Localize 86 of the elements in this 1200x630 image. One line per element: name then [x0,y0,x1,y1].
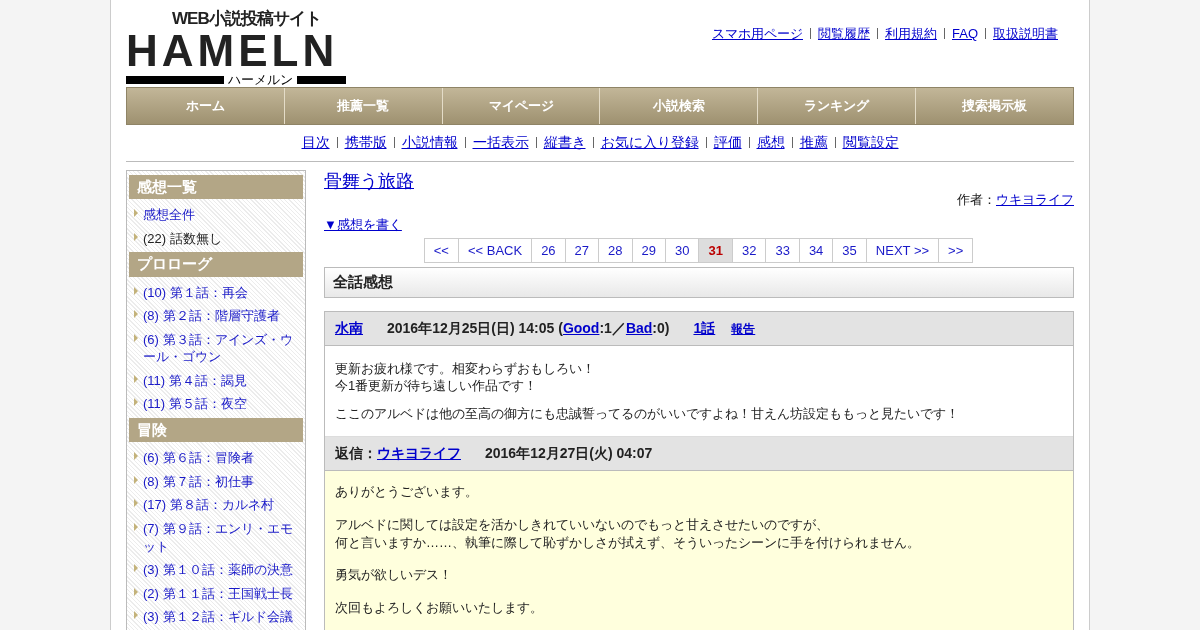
bullet-icon [134,499,138,508]
novel-title-link[interactable]: 骨舞う旅路 [324,170,414,191]
page-link[interactable]: 32 [731,237,767,264]
section-title: 全話感想 [324,267,1074,298]
logo-kana: ハーメルン [224,72,297,87]
page-link[interactable]: 27 [564,237,600,264]
author-label: 作者： [957,192,996,207]
page-link[interactable]: 34 [798,237,834,264]
page-link[interactable]: NEXT >> [865,237,940,264]
sidebar-link[interactable]: (10) 第１話：再会 [143,283,293,302]
comment-text: 今1番更新が待ち遠しい作品です！ [335,377,539,395]
page-link[interactable]: 28 [598,237,633,264]
sidebar-link[interactable]: (7) 第９話：エンリ・エモット [143,520,293,556]
sidebar-heading: プロローグ [129,252,303,277]
sidebar-link[interactable]: (2) 第１１話：王国戦士長 [143,584,293,603]
bullet-icon [134,475,138,484]
page-link[interactable]: 33 [765,237,800,264]
bullet-icon [134,523,138,531]
page-link[interactable]: 35 [832,237,867,264]
sidebar-link[interactable]: (8) 第２話：階層守護者 [143,307,293,325]
novel-menu-link[interactable]: 評価 [713,133,742,150]
header-link[interactable]: 閲覧履歴 [818,26,870,41]
header-link[interactable]: 取扱説明書 [993,26,1058,41]
sidebar-text: (22) 話数無し [143,229,223,248]
comment-text: ここのアルベドは他の至高の御方にも忠誠誓ってるのがいいですよね！甘えん坊設定ももっと見たいです！ [335,404,960,423]
sidebar-link[interactable]: (11) 第５話：夜空 [143,395,293,413]
novel-menu-link[interactable]: 一括表示 [472,133,529,150]
sidebar-link[interactable]: (17) 第８話：カルネ村 [143,496,293,514]
reply-text: 勇気が欲しいデス！ [335,566,453,584]
episode-link[interactable]: 1話 [693,319,716,336]
reply-author-link[interactable]: ウキヨライフ [377,445,461,462]
novel-menu-link[interactable]: 小説情報 [401,133,458,150]
sidebar-link[interactable]: 感想全件 [143,206,293,224]
sidebar-heading: 感想一覧 [129,174,303,199]
bullet-icon [134,310,138,319]
good-count: :1／ [599,319,626,336]
page-link[interactable]: << BACK [457,237,533,264]
novel-menu-link[interactable]: 閲覧設定 [842,133,899,150]
novel-menu-link[interactable]: お気に入り登録 [600,133,699,150]
header-link[interactable]: スマホ用ページ [712,26,803,41]
reply-text: 何と言いますか……、執筆に際して恥ずかしさが拭えず、そういったシーンに手を付けられません。 [335,533,921,552]
report-link[interactable]: 報告 [731,321,756,336]
reply-date: 2016年12月27日(火) 04:07 [485,445,653,462]
bullet-icon [134,209,138,217]
sidebar-link[interactable]: (3) 第１０話：薬師の決意 [143,561,293,579]
bullet-icon [134,333,138,342]
novel-menu-link[interactable]: 推薦 [799,133,828,150]
bullet-icon [134,232,138,241]
header-link[interactable]: FAQ [952,26,978,41]
author-link[interactable]: ウキヨライフ [996,192,1074,207]
page-link[interactable]: 29 [631,237,666,264]
page-link[interactable]: 26 [531,237,566,264]
bad-count: :0) [652,319,670,336]
reply-text: ありがとうございます。 [335,483,479,501]
bad-link[interactable]: Bad [625,319,653,336]
reply-label: 返信： [335,445,377,462]
logo-wordmark[interactable]: HAMELN [126,28,339,74]
sidebar-link[interactable]: (8) 第７話：初仕事 [143,472,293,491]
comment-text: 更新お疲れ様です。相変わらずおもしろい！ [335,359,596,378]
reply-text: 次回もよろしくお願いいたします。 [335,598,544,617]
commenter-link[interactable]: 水南 [335,319,363,336]
sidebar-link[interactable]: (6) 第６話：冒険者 [143,449,293,467]
bullet-icon [134,452,138,461]
good-link[interactable]: Good [562,319,600,336]
bullet-icon [134,286,138,295]
novel-menu-link[interactable]: 縦書き [543,133,586,150]
header-link[interactable]: 利用規約 [885,26,937,41]
page-link[interactable]: >> [938,237,974,264]
sidebar-link[interactable]: (11) 第４話：謁見 [143,371,293,390]
bullet-icon [134,374,138,383]
logo-tagline: WEB小説投稿サイト [171,10,322,28]
reply-text: アルベドに関しては設定を活かしきれていいないのでもっと甘えさせたいのですが、 [335,515,830,534]
comment-date: 2016年12月25日(日) 14:05 ( [387,319,563,336]
sidebar-heading: 冒険 [129,417,303,443]
bullet-icon [134,587,138,596]
bullet-icon [134,398,138,407]
sidebar-link[interactable]: (3) 第１２話：ギルド会議 [143,608,293,626]
bullet-icon [134,564,138,573]
novel-menu-link[interactable]: 目次 [301,133,330,150]
page-link[interactable]: << [423,237,459,264]
page-link[interactable]: 31 [698,237,733,264]
novel-menu-link[interactable]: 携帯版 [344,133,387,150]
bullet-icon [134,611,138,620]
sidebar-link[interactable]: (6) 第３話：アインズ・ウール・ゴウン [143,330,293,366]
write-review-link[interactable]: ▼感想を書く [324,216,402,232]
novel-menu-link[interactable]: 感想 [756,133,785,150]
